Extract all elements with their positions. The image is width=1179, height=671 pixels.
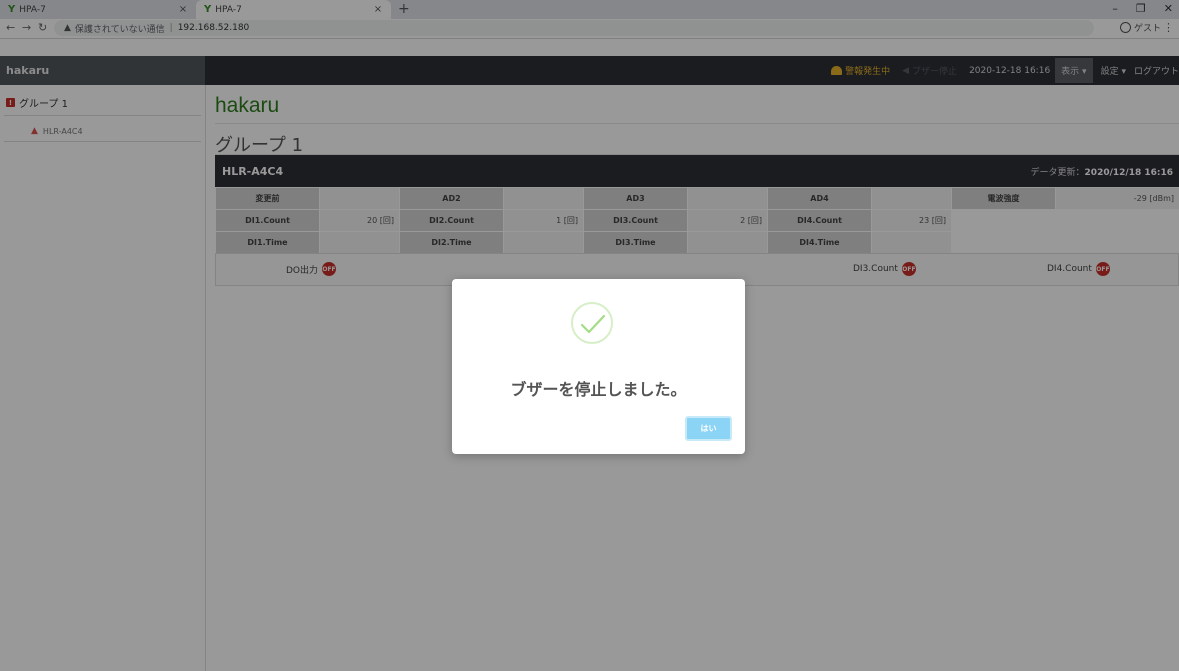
ok-button[interactable]: はい xyxy=(685,416,732,441)
dialog-message: ブザーを停止しました。 xyxy=(510,380,687,399)
check-icon xyxy=(571,302,613,344)
alert-dialog: ブザーを停止しました。 はい xyxy=(452,279,745,454)
